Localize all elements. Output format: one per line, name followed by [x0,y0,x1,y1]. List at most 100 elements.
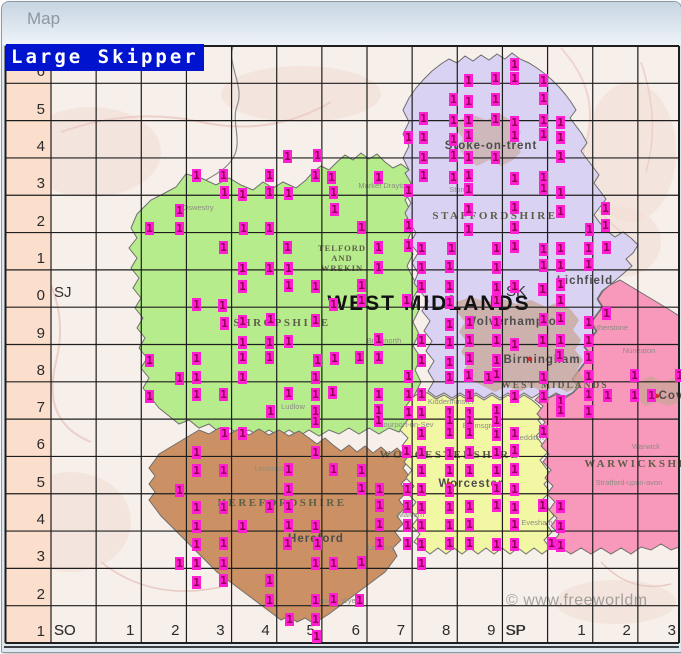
record-marker[interactable]: 1 [492,242,501,255]
record-marker[interactable]: 1 [145,222,154,235]
record-marker[interactable]: 1 [675,369,681,382]
record-marker[interactable]: 1 [404,239,413,252]
record-marker[interactable]: 1 [265,351,274,364]
record-marker[interactable]: 1 [417,242,426,255]
record-marker[interactable]: 1 [556,500,565,513]
record-marker[interactable]: 1 [445,426,454,439]
record-marker[interactable]: 1 [445,519,454,532]
record-marker[interactable]: 1 [465,352,474,365]
record-marker[interactable]: 1 [464,169,473,182]
record-marker[interactable]: 1 [357,556,366,569]
record-marker[interactable]: 1 [192,576,201,589]
record-marker[interactable]: 1 [492,482,501,495]
record-marker[interactable]: 1 [419,151,428,164]
record-marker[interactable]: 1 [311,280,320,293]
record-marker[interactable]: 1 [265,186,274,199]
record-marker[interactable]: 1 [464,74,473,87]
record-marker[interactable]: 1 [219,169,228,182]
record-marker[interactable]: 1 [219,464,228,477]
record-marker[interactable]: 1 [585,223,594,236]
record-marker[interactable]: 1 [584,316,593,329]
record-marker[interactable]: 1 [329,557,338,570]
record-marker[interactable]: 1 [539,182,548,195]
record-marker[interactable]: 1 [311,371,320,384]
record-marker[interactable]: 1 [492,428,501,441]
record-marker[interactable]: 1 [220,317,229,330]
record-marker[interactable]: 1 [445,318,454,331]
record-marker[interactable]: 1 [374,414,383,427]
record-marker[interactable]: 1 [219,241,228,254]
record-marker[interactable]: 1 [417,483,426,496]
record-marker[interactable]: 1 [329,298,338,311]
record-marker[interactable]: 1 [445,296,454,309]
record-marker[interactable]: 1 [283,241,292,254]
record-marker[interactable]: 1 [539,243,548,256]
record-marker[interactable]: 1 [449,114,458,127]
record-marker[interactable]: 1 [417,261,426,274]
record-marker[interactable]: 1 [403,500,412,513]
record-marker[interactable]: 1 [404,219,413,232]
record-marker[interactable]: 1 [374,388,383,401]
record-marker[interactable]: 1 [284,279,293,292]
record-marker[interactable]: 1 [145,390,154,403]
record-marker[interactable]: 1 [630,369,639,382]
record-marker[interactable]: 1 [510,538,519,551]
record-marker[interactable]: 1 [374,241,383,254]
record-marker[interactable]: 1 [284,262,293,275]
record-marker[interactable]: 1 [538,283,547,296]
record-marker[interactable]: 1 [602,241,611,254]
species-title-selected-text[interactable]: Large Skipper [6,44,204,71]
record-marker[interactable]: 1 [492,446,501,459]
record-marker[interactable]: 1 [464,369,473,382]
record-marker[interactable]: 1 [510,116,519,129]
record-marker[interactable]: 1 [510,483,519,496]
record-marker[interactable]: 1 [284,187,293,200]
record-marker[interactable]: 1 [417,354,426,367]
record-marker[interactable]: 1 [492,261,501,274]
record-marker[interactable]: 1 [539,114,548,127]
record-marker[interactable]: 1 [355,594,364,607]
record-marker[interactable]: 1 [556,294,565,307]
record-marker[interactable]: 1 [266,313,275,326]
record-marker[interactable]: 1 [311,169,320,182]
record-marker[interactable]: 1 [584,334,593,347]
record-marker[interactable]: 1 [284,387,293,400]
record-marker[interactable]: 1 [491,113,500,126]
record-marker[interactable]: 1 [630,389,639,402]
record-marker[interactable]: 1 [445,336,454,349]
record-marker[interactable]: 1 [219,388,228,401]
record-marker[interactable]: 1 [311,388,320,401]
record-marker[interactable]: 1 [374,261,383,274]
record-marker[interactable]: 1 [445,371,454,384]
record-marker[interactable]: 1 [510,338,519,351]
record-marker[interactable]: 1 [556,404,565,417]
record-marker[interactable]: 1 [445,464,454,477]
record-marker[interactable]: 1 [219,574,228,587]
record-marker[interactable]: 1 [374,333,383,346]
record-marker[interactable]: 1 [602,307,611,320]
record-marker[interactable]: 1 [417,557,426,570]
record-marker[interactable]: 1 [538,334,547,347]
record-marker[interactable]: 1 [328,386,337,399]
record-marker[interactable]: 1 [465,389,474,402]
record-marker[interactable]: 1 [192,388,201,401]
record-marker[interactable]: 1 [357,464,366,477]
record-marker[interactable]: 1 [464,203,473,216]
record-marker[interactable]: 1 [556,242,565,255]
record-marker[interactable]: 1 [539,313,548,326]
record-marker[interactable]: 1 [311,415,320,428]
record-marker[interactable]: 1 [556,131,565,144]
record-marker[interactable]: 1 [419,131,428,144]
record-marker[interactable]: 1 [220,186,229,199]
record-marker[interactable]: 1 [492,368,501,381]
record-marker[interactable]: 1 [538,499,547,512]
record-marker[interactable]: 1 [219,537,228,550]
record-marker[interactable]: 1 [492,294,501,307]
record-marker[interactable]: 1 [218,299,227,312]
record-marker[interactable]: 1 [265,594,274,607]
record-marker[interactable]: 1 [584,370,593,383]
record-marker[interactable]: 1 [192,520,201,533]
record-marker[interactable]: 1 [417,501,426,514]
record-marker[interactable]: 1 [355,351,364,364]
record-marker[interactable]: 1 [265,262,274,275]
